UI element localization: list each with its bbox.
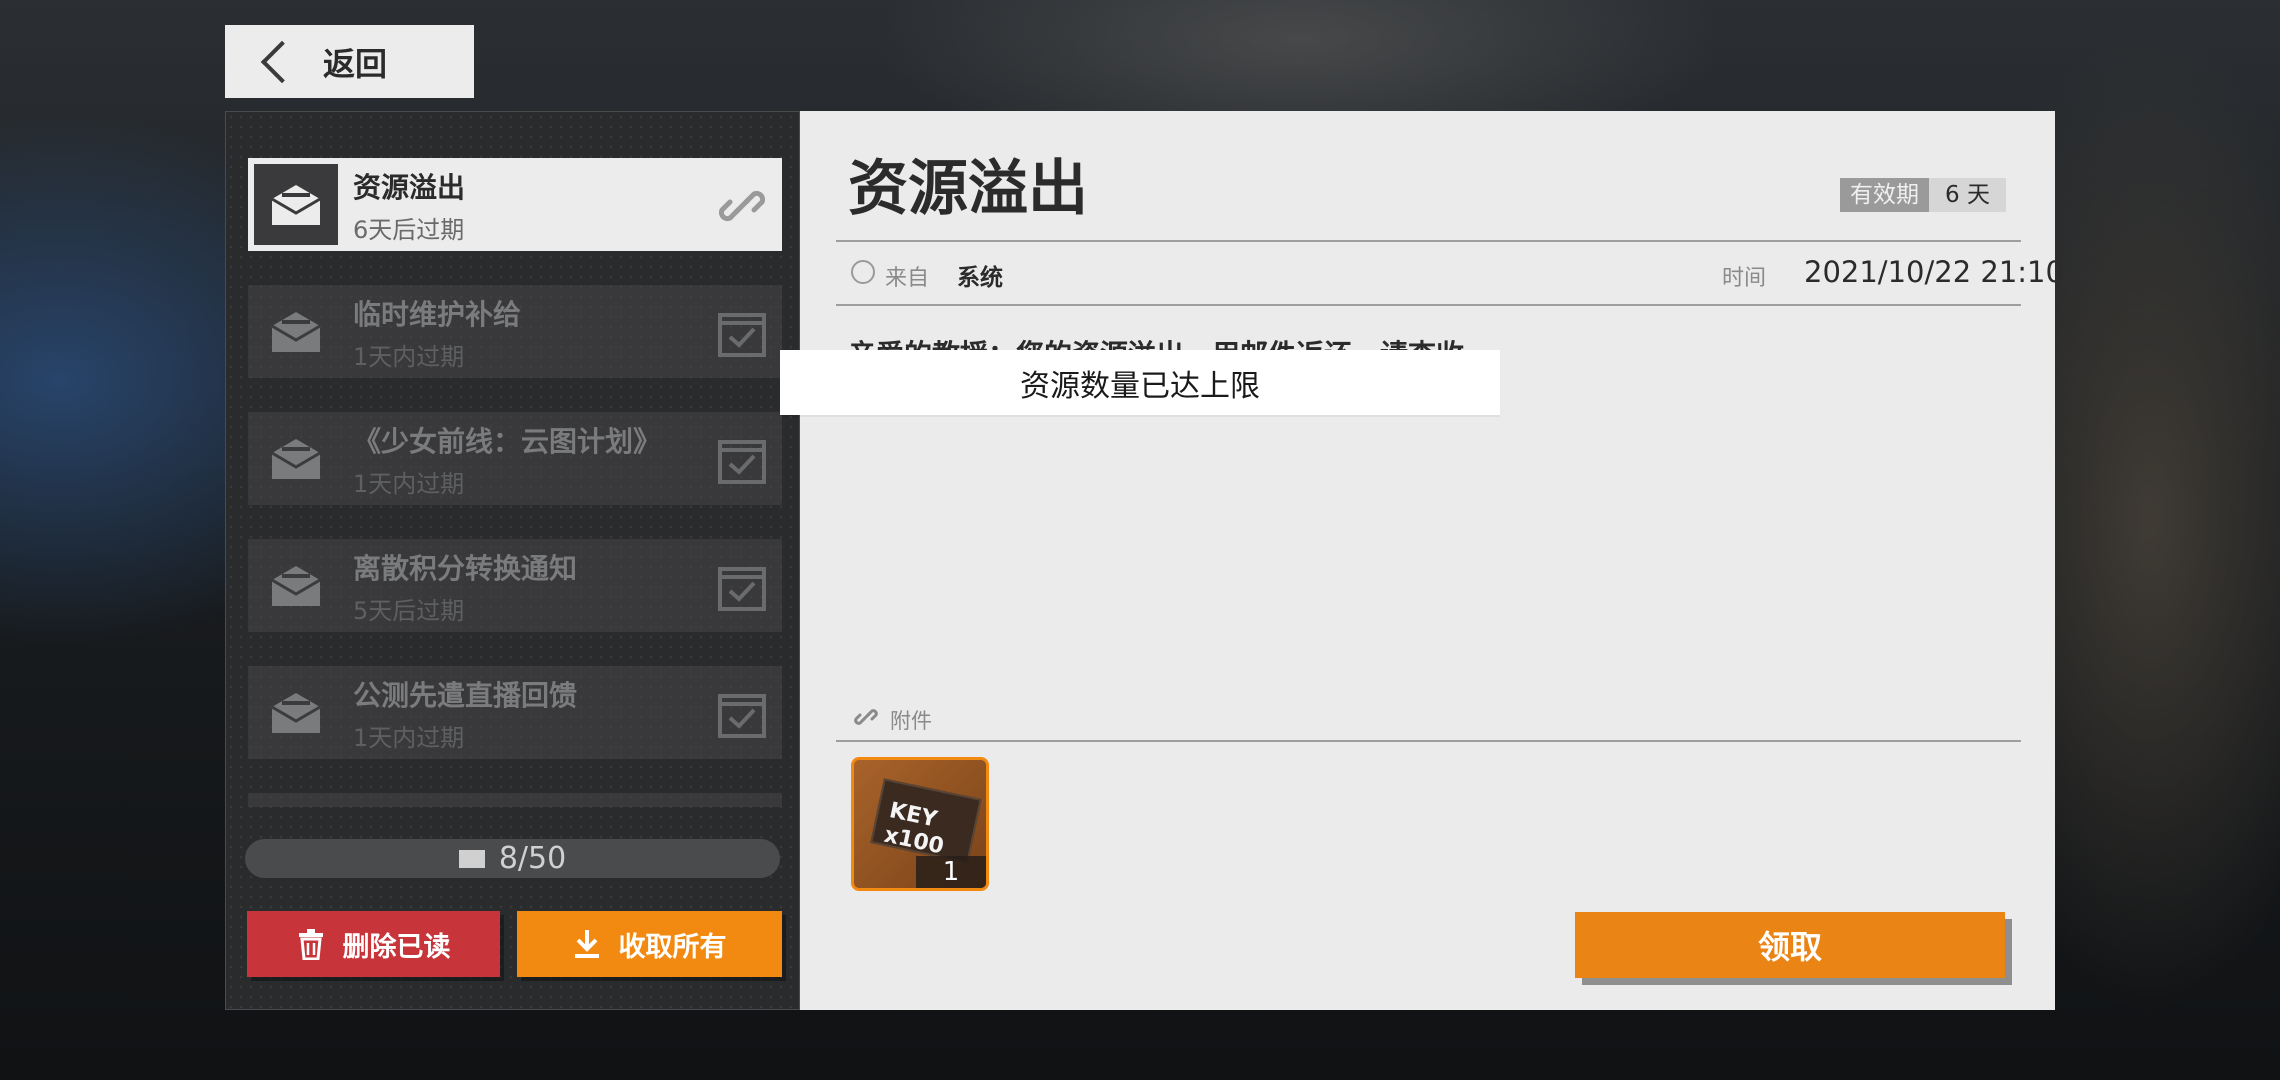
mail-item[interactable]: 公测先遣直播回馈 1天内过期 xyxy=(248,666,782,759)
validity-label: 有效期 xyxy=(1840,178,1929,212)
mail-item-title: 公测先遣直播回馈 xyxy=(353,679,578,712)
attachment-link-icon xyxy=(853,704,879,734)
active-item-pointer xyxy=(558,190,570,214)
collect-all-label: 收取所有 xyxy=(618,931,727,963)
user-icon xyxy=(851,260,875,284)
mail-item-expiry: 1天内过期 xyxy=(353,724,465,752)
time-label: 时间 xyxy=(1722,266,1767,291)
claimed-box-icon xyxy=(716,307,768,359)
mail-item[interactable]: 临时维护补给 1天内过期 xyxy=(248,285,782,378)
divider xyxy=(836,304,2021,306)
mail-item-title: 临时维护补给 xyxy=(353,298,522,331)
mail-item-expiry: 1天内过期 xyxy=(353,343,465,371)
mail-item-expiry: 6天后过期 xyxy=(353,216,465,244)
mail-icon xyxy=(458,849,485,868)
time-value: 2021/10/22 21:10 xyxy=(1804,255,2064,289)
from-label: 来自 xyxy=(885,266,930,291)
divider xyxy=(836,740,2021,742)
attachments-label: 附件 xyxy=(890,709,932,733)
claimed-box-icon xyxy=(716,688,768,740)
mail-title: 资源溢出 xyxy=(848,154,1088,224)
download-icon xyxy=(574,930,599,958)
validity-value: 6 天 xyxy=(1929,178,2006,212)
item-quantity: 1 xyxy=(916,856,986,888)
mail-count: 8/50 xyxy=(498,841,567,876)
mail-item-title: 资源溢出 xyxy=(353,171,466,204)
link-icon xyxy=(716,180,768,232)
collect-all-button[interactable]: 收取所有 xyxy=(517,911,782,977)
mail-item-expiry: 5天后过期 xyxy=(353,597,465,625)
claimed-box-icon xyxy=(716,434,768,486)
claimed-box-icon xyxy=(716,561,768,613)
mail-item-title: 离散积分转换通知 xyxy=(353,552,578,585)
envelope-open-icon xyxy=(254,418,338,499)
envelope-open-icon xyxy=(254,164,338,245)
attachment-item[interactable]: KEY x100 1 xyxy=(851,757,989,891)
mail-item-partial[interactable] xyxy=(248,793,782,807)
back-label: 返回 xyxy=(323,44,388,83)
envelope-open-icon xyxy=(254,672,338,753)
back-button[interactable]: 返回 xyxy=(225,25,474,98)
delete-read-button[interactable]: 删除已读 xyxy=(247,911,500,977)
mail-count-bar: 8/50 xyxy=(245,839,780,878)
divider xyxy=(836,240,2021,242)
delete-read-label: 删除已读 xyxy=(342,931,451,963)
mail-item[interactable]: 《少女前线：云图计划》 1天内过期 xyxy=(248,412,782,505)
mail-item-resource-overflow[interactable]: 资源溢出 6天后过期 xyxy=(248,158,782,251)
validity-badge: 有效期 6 天 xyxy=(1840,178,2006,212)
trash-icon xyxy=(298,929,323,960)
from-value: 系统 xyxy=(957,265,1003,291)
mail-item[interactable]: 离散积分转换通知 5天后过期 xyxy=(248,539,782,632)
claim-label: 领取 xyxy=(1757,928,1822,966)
mail-item-title: 《少女前线：云图计划》 xyxy=(353,425,662,458)
claim-button[interactable]: 领取 xyxy=(1575,912,2005,978)
toast-message: 资源数量已达上限 xyxy=(780,350,1500,415)
envelope-open-icon xyxy=(254,545,338,626)
mail-item-expiry: 1天内过期 xyxy=(353,470,465,498)
chevron-left-icon xyxy=(260,40,304,83)
envelope-open-icon xyxy=(254,291,338,372)
